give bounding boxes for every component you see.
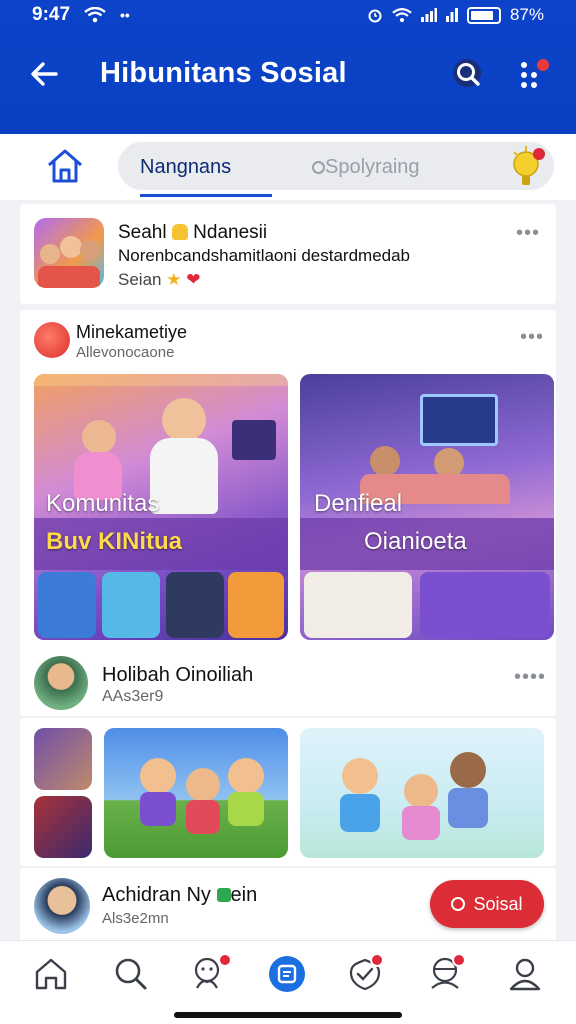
home-icon[interactable] (44, 146, 86, 186)
nav-friends[interactable] (190, 953, 232, 993)
active-tab-indicator (140, 194, 272, 197)
post-meta: Seian ★ ❤ (118, 270, 200, 290)
tile-mini-image (228, 572, 284, 638)
alarm-icon (368, 9, 382, 23)
app-header: 9:47 •• 87% Hibunitans Sosial (0, 0, 576, 134)
arrow-left-icon[interactable] (26, 56, 62, 92)
segmented-tabs: Nangnans Spolyraing (118, 142, 554, 197)
post-author: Achidran Ny ein (102, 884, 257, 907)
profile-icon (509, 958, 541, 991)
status-bar: 9:47 •• 87% (0, 0, 576, 30)
tile-subtitle: Oianioeta (364, 528, 467, 555)
post-subtitle: Als3e2mn (102, 910, 169, 927)
notification-badge (218, 953, 232, 967)
tile-mini-image (420, 572, 550, 638)
avatar (34, 656, 88, 710)
nav-home[interactable] (32, 955, 70, 993)
author-name-suffix: ein (230, 884, 258, 906)
digital-tile[interactable]: Denfieal Oianioeta (300, 374, 554, 640)
sosial-button[interactable]: Soisal (430, 880, 544, 928)
avatar (34, 878, 90, 934)
verified-icon (216, 888, 231, 902)
battery-percent: 87% (509, 5, 544, 24)
gallery-image[interactable] (104, 728, 288, 858)
signal-icon (445, 8, 458, 22)
battery-icon (466, 6, 501, 24)
home-icon (35, 958, 67, 990)
heart-icon: ❤ (186, 270, 201, 289)
nav-chat[interactable] (426, 953, 466, 993)
star-icon: ★ (166, 270, 182, 289)
tile-mini-image (166, 572, 224, 638)
person-subtitle: AAs3er9 (102, 688, 164, 705)
community-tile[interactable]: Komunitas Buv KINitua (34, 374, 288, 640)
search-tab-input[interactable]: Spolyraing (312, 156, 420, 179)
tile-subtitle: Buv KINitua (46, 528, 183, 555)
post-author: Seahl Ndanesii (118, 222, 267, 244)
search-icon[interactable] (450, 56, 488, 94)
gallery-thumb[interactable] (34, 728, 92, 790)
tab-nangnans[interactable]: Nangnans (140, 156, 231, 179)
notification-dots-icon: •• (120, 7, 130, 23)
tile-title: Denfieal (314, 490, 403, 517)
gallery-thumb[interactable] (34, 796, 92, 858)
feed-subtitle: Allevonocaone (76, 344, 175, 361)
post-card[interactable]: Achidran Ny ein Als3e2mn Soisal (20, 868, 556, 944)
author-name: Achidran Ny (102, 884, 211, 906)
nav-search[interactable] (112, 955, 150, 993)
search-icon (115, 958, 147, 990)
feed-menu-icon[interactable]: ••• (520, 326, 544, 349)
feed-avatar (34, 322, 70, 358)
search-placeholder: Spolyraing (325, 156, 420, 178)
tile-mini-image (102, 572, 160, 638)
nav-verified[interactable] (346, 953, 384, 993)
notification-badge (452, 953, 466, 967)
center-tab-icon (269, 956, 305, 992)
record-icon (451, 897, 466, 911)
tile-mini-image (304, 572, 412, 638)
post-menu-icon[interactable]: ••• (516, 222, 540, 245)
feed-author: Minekametiye (76, 322, 188, 342)
post-text: Norenbcandshamitlaoni destardmedab (118, 246, 411, 265)
bottom-navigation (0, 940, 576, 1024)
sosial-button-label: Soisal (473, 893, 523, 914)
person-menu-icon[interactable]: •••• (514, 666, 546, 689)
wifi-icon (84, 7, 106, 23)
notification-badge (370, 953, 384, 967)
gallery-card (20, 718, 556, 866)
author-name-suffix: Ndanesii (193, 222, 268, 243)
page-title: Hibunitans Sosial (100, 57, 347, 89)
bell-emoji-icon (171, 224, 188, 240)
status-time: 9:47 (32, 4, 71, 25)
gallery-image[interactable] (300, 728, 544, 858)
tab-bar: Nangnans Spolyraing (0, 134, 576, 200)
nav-profile[interactable] (506, 955, 544, 993)
home-indicator (174, 1012, 402, 1018)
person-row[interactable]: Holibah Oinoiliah AAs3er9 •••• (20, 648, 556, 716)
nav-center[interactable] (268, 955, 306, 993)
lightbulb-icon[interactable] (510, 144, 546, 188)
author-name: Seahl (118, 222, 167, 243)
signal-icon (420, 8, 437, 22)
wifi-icon (392, 7, 412, 22)
person-name: Holibah Oinoiliah (102, 664, 254, 686)
post-card[interactable]: Seahl Ndanesii Norenbcandshamitlaoni des… (20, 204, 556, 304)
tile-mini-image (38, 572, 96, 638)
more-dots-icon[interactable] (516, 56, 552, 92)
post-meta-text: Seian (118, 270, 162, 289)
post-thumbnail (34, 218, 104, 288)
tile-title: Komunitas (46, 490, 160, 517)
search-icon (312, 161, 325, 174)
